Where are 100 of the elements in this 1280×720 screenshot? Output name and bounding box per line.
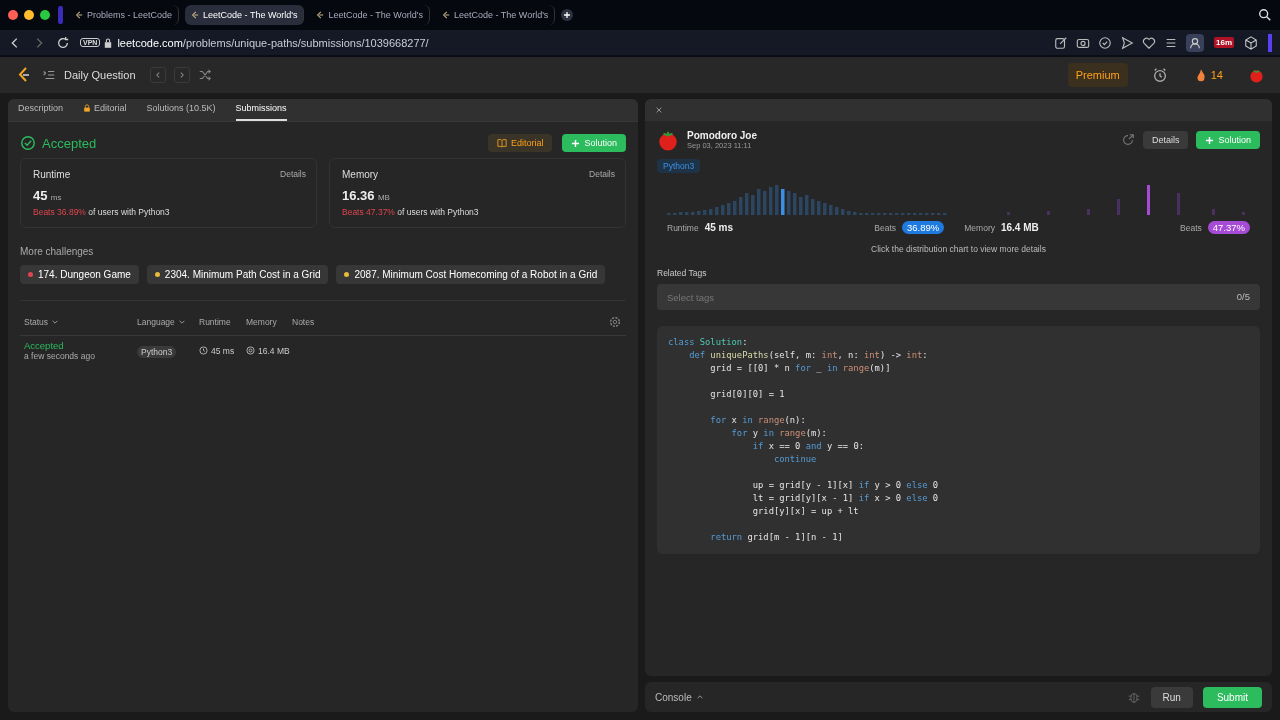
zoom-window-button[interactable] xyxy=(40,10,50,20)
histogram-bar[interactable] xyxy=(727,203,731,215)
previous-button[interactable] xyxy=(149,67,166,83)
histogram-bar[interactable] xyxy=(709,209,713,215)
code-line: class Solution: xyxy=(668,336,749,349)
editorial-button[interactable]: Editorial xyxy=(487,134,553,152)
histogram-bar[interactable] xyxy=(787,191,791,215)
histogram-bar[interactable] xyxy=(829,205,833,215)
panel-tab[interactable]: Editorial xyxy=(83,103,127,121)
histogram-bar[interactable] xyxy=(1087,209,1090,215)
close-window-button[interactable] xyxy=(8,10,18,20)
shuffle-icon[interactable] xyxy=(197,68,212,82)
histogram-bar[interactable] xyxy=(763,191,767,215)
browser-tab[interactable]: LeetCode - The World's xyxy=(435,5,556,25)
histogram-bar[interactable] xyxy=(775,185,779,215)
console-toggle[interactable]: Console xyxy=(655,691,704,703)
panel-tab[interactable]: Description xyxy=(18,103,64,121)
details-button[interactable]: Details xyxy=(1142,131,1189,149)
histogram-bar[interactable] xyxy=(733,201,737,215)
code-line: grid[0][0] = 1 xyxy=(709,388,786,401)
histogram-bar[interactable] xyxy=(841,209,845,215)
new-tab-icon[interactable] xyxy=(561,9,574,21)
histogram-bar[interactable] xyxy=(697,211,701,215)
plus-icon xyxy=(571,138,581,148)
histogram-bar[interactable] xyxy=(1147,185,1150,215)
browser-tab[interactable]: LeetCode - The World's xyxy=(185,5,305,25)
reload-icon[interactable] xyxy=(56,35,70,50)
sort-caret-icon[interactable] xyxy=(177,318,186,326)
histogram-bar[interactable] xyxy=(1242,212,1245,215)
address-field[interactable]: leetcode.com/problems/unique-paths/submissions/1039668277/ xyxy=(117,36,429,49)
histogram-bar[interactable] xyxy=(745,193,749,215)
run-button[interactable]: Run xyxy=(1150,686,1193,708)
close-icon[interactable] xyxy=(655,106,663,114)
bug-icon[interactable] xyxy=(1126,690,1141,704)
heart-icon[interactable] xyxy=(1142,35,1156,50)
next-button[interactable] xyxy=(173,67,190,83)
histogram-bar[interactable] xyxy=(823,203,827,215)
edit-icon[interactable] xyxy=(1054,35,1068,50)
histogram-bar[interactable] xyxy=(847,211,851,215)
minimize-window-button[interactable] xyxy=(24,10,34,20)
histogram-bar[interactable] xyxy=(1117,199,1120,215)
alarm-clock-icon[interactable] xyxy=(1151,67,1168,83)
share-icon[interactable] xyxy=(1120,133,1135,147)
author-name[interactable]: Pomodoro Joe xyxy=(687,130,757,141)
details-link[interactable]: Details xyxy=(280,169,306,180)
histogram-bar[interactable] xyxy=(685,212,689,215)
timer-badge[interactable]: 16m xyxy=(1214,37,1234,48)
histogram-bar[interactable] xyxy=(835,207,839,215)
histogram-bar[interactable] xyxy=(1047,211,1050,215)
beats-badge: 47.37% xyxy=(1207,221,1250,234)
column-header[interactable]: Runtime xyxy=(199,317,246,327)
column-header[interactable]: Memory xyxy=(246,317,292,327)
streak-count[interactable]: 14 xyxy=(1210,69,1223,81)
page-title[interactable]: Daily Question xyxy=(64,69,136,81)
browser-tab[interactable]: LeetCode - The World's xyxy=(310,5,430,25)
sidebar-tab-marker xyxy=(58,6,63,24)
search-icon[interactable] xyxy=(1258,8,1272,22)
cube-icon[interactable] xyxy=(1244,35,1258,50)
column-header[interactable]: Language xyxy=(137,317,199,327)
histogram-bar[interactable] xyxy=(757,189,761,215)
send-icon[interactable] xyxy=(1120,35,1134,50)
code-line: grid = [[0] * n for _ in range(m)] xyxy=(709,362,892,375)
histogram-bar[interactable] xyxy=(793,193,797,215)
histogram-bar[interactable] xyxy=(691,212,695,215)
sort-caret-icon[interactable] xyxy=(51,318,60,326)
browser-tab[interactable]: Problems - LeetCode xyxy=(69,5,180,25)
histogram-bar[interactable] xyxy=(853,212,857,215)
histogram-bar[interactable] xyxy=(799,197,803,215)
histogram-bar[interactable] xyxy=(1177,193,1180,215)
details-link[interactable]: Details xyxy=(589,169,615,180)
histogram-bar[interactable] xyxy=(1212,209,1215,215)
histogram-bar[interactable] xyxy=(751,195,755,215)
challenge-chip[interactable]: 174. Dungeon Game xyxy=(20,265,139,284)
premium-button[interactable]: Premium xyxy=(1067,63,1128,87)
language-tag: Python3 xyxy=(657,159,701,173)
histogram-bar[interactable] xyxy=(739,197,743,215)
histogram-bar[interactable] xyxy=(721,205,725,215)
list-icon[interactable] xyxy=(42,68,56,82)
histogram-bar[interactable] xyxy=(703,210,707,215)
histogram-bar[interactable] xyxy=(679,212,683,215)
panel-tab[interactable]: Submissions xyxy=(235,103,287,121)
avatar-icon[interactable] xyxy=(1249,67,1264,83)
histogram-bar[interactable] xyxy=(811,199,815,215)
logo-icon[interactable] xyxy=(16,67,32,83)
profile-icon[interactable] xyxy=(1186,33,1204,52)
histogram-bar[interactable] xyxy=(769,187,773,215)
histogram-bar[interactable] xyxy=(1007,212,1010,215)
code-logo-icon xyxy=(191,11,200,19)
clock-icon xyxy=(199,346,208,355)
challenge-chip[interactable]: 2304. Minimum Path Cost in a Grid xyxy=(146,265,329,284)
column-header[interactable]: Status xyxy=(24,317,137,327)
histogram-bar[interactable] xyxy=(781,189,785,215)
challenge-chip[interactable]: 2087. Minimum Cost Homecoming of a Robot in a Grid xyxy=(336,265,606,284)
histogram-bar[interactable] xyxy=(805,195,809,215)
histogram-bar[interactable] xyxy=(817,201,821,215)
panel-tab[interactable]: Solutions (10.5K) xyxy=(146,103,216,121)
status-cell[interactable]: Accepted xyxy=(24,340,137,351)
column-header[interactable]: Notes xyxy=(292,317,315,327)
histogram-bar[interactable] xyxy=(715,207,719,215)
shield-check-icon[interactable] xyxy=(1098,35,1112,50)
